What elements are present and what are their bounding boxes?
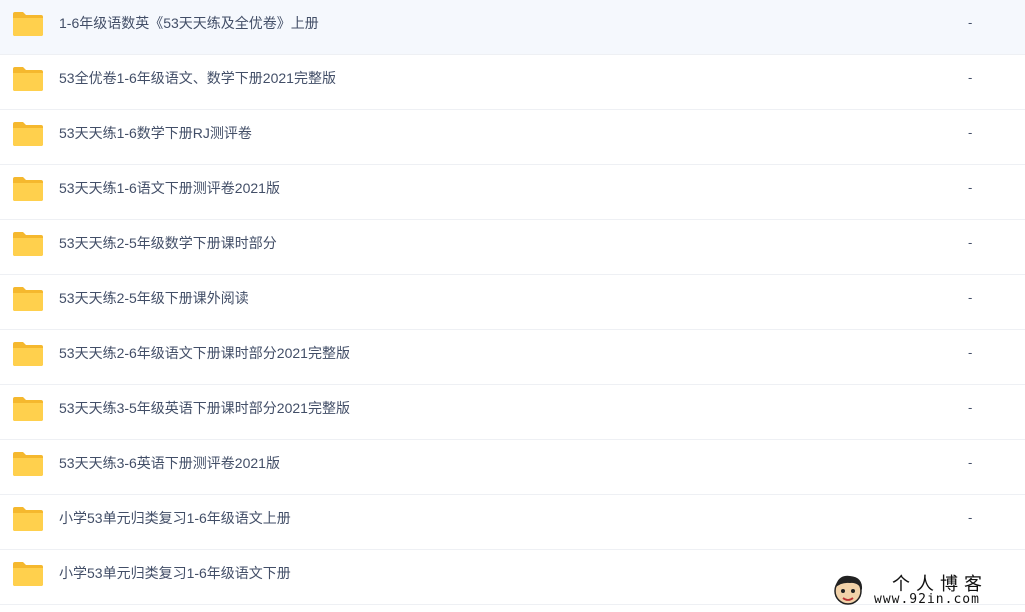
folder-icon xyxy=(12,176,44,202)
file-name[interactable]: 1-6年级语数英《53天天练及全优卷》上册 xyxy=(59,13,319,33)
file-size: - xyxy=(968,70,973,85)
file-name[interactable]: 53天天练3-6英语下册测评卷2021版 xyxy=(59,453,280,473)
file-size: - xyxy=(968,400,973,415)
file-row[interactable]: 53天天练1-6数学下册RJ测评卷 - xyxy=(0,110,1025,165)
folder-icon xyxy=(12,451,44,477)
file-row[interactable]: 53天天练1-6语文下册测评卷2021版 - xyxy=(0,165,1025,220)
file-row[interactable]: 53天天练3-6英语下册测评卷2021版 - xyxy=(0,440,1025,495)
file-size: - xyxy=(968,15,973,30)
folder-icon xyxy=(12,506,44,532)
watermark: 个人博客 www.92in.com xyxy=(830,570,1020,610)
avatar-icon xyxy=(834,575,863,605)
file-row[interactable]: 53天天练2-6年级语文下册课时部分2021完整版 - xyxy=(0,330,1025,385)
folder-icon xyxy=(12,231,44,257)
folder-icon xyxy=(12,341,44,367)
file-row[interactable]: 53天天练3-5年级英语下册课时部分2021完整版 - xyxy=(0,385,1025,440)
file-name[interactable]: 53天天练1-6语文下册测评卷2021版 xyxy=(59,178,280,198)
file-name[interactable]: 53天天练3-5年级英语下册课时部分2021完整版 xyxy=(59,398,350,418)
file-size: - xyxy=(968,345,973,360)
file-name[interactable]: 53天天练2-5年级下册课外阅读 xyxy=(59,288,249,308)
file-size: - xyxy=(968,180,973,195)
file-name[interactable]: 小学53单元归类复习1-6年级语文上册 xyxy=(59,508,291,528)
file-name[interactable]: 53天天练2-5年级数学下册课时部分 xyxy=(59,233,277,253)
folder-icon xyxy=(12,396,44,422)
folder-icon xyxy=(12,561,44,587)
file-list: 1-6年级语数英《53天天练及全优卷》上册 -53全优卷1-6年级语文、数学下册2… xyxy=(0,0,1025,605)
watermark-url: www.92in.com xyxy=(874,592,980,607)
folder-icon xyxy=(12,286,44,312)
file-size: - xyxy=(968,510,973,525)
file-size: - xyxy=(968,235,973,250)
folder-icon xyxy=(12,121,44,147)
file-name[interactable]: 53天天练1-6数学下册RJ测评卷 xyxy=(59,123,252,143)
folder-icon xyxy=(12,66,44,92)
file-row[interactable]: 53天天练2-5年级数学下册课时部分 - xyxy=(0,220,1025,275)
file-name[interactable]: 小学53单元归类复习1-6年级语文下册 xyxy=(59,563,291,583)
file-size: - xyxy=(968,125,973,140)
file-name[interactable]: 53全优卷1-6年级语文、数学下册2021完整版 xyxy=(59,68,336,88)
folder-icon xyxy=(12,11,44,37)
file-row[interactable]: 小学53单元归类复习1-6年级语文上册 - xyxy=(0,495,1025,550)
file-name[interactable]: 53天天练2-6年级语文下册课时部分2021完整版 xyxy=(59,343,350,363)
file-row[interactable]: 53全优卷1-6年级语文、数学下册2021完整版 - xyxy=(0,55,1025,110)
file-row[interactable]: 1-6年级语数英《53天天练及全优卷》上册 - xyxy=(0,0,1025,55)
file-row[interactable]: 53天天练2-5年级下册课外阅读 - xyxy=(0,275,1025,330)
file-size: - xyxy=(968,290,973,305)
file-size: - xyxy=(968,455,973,470)
